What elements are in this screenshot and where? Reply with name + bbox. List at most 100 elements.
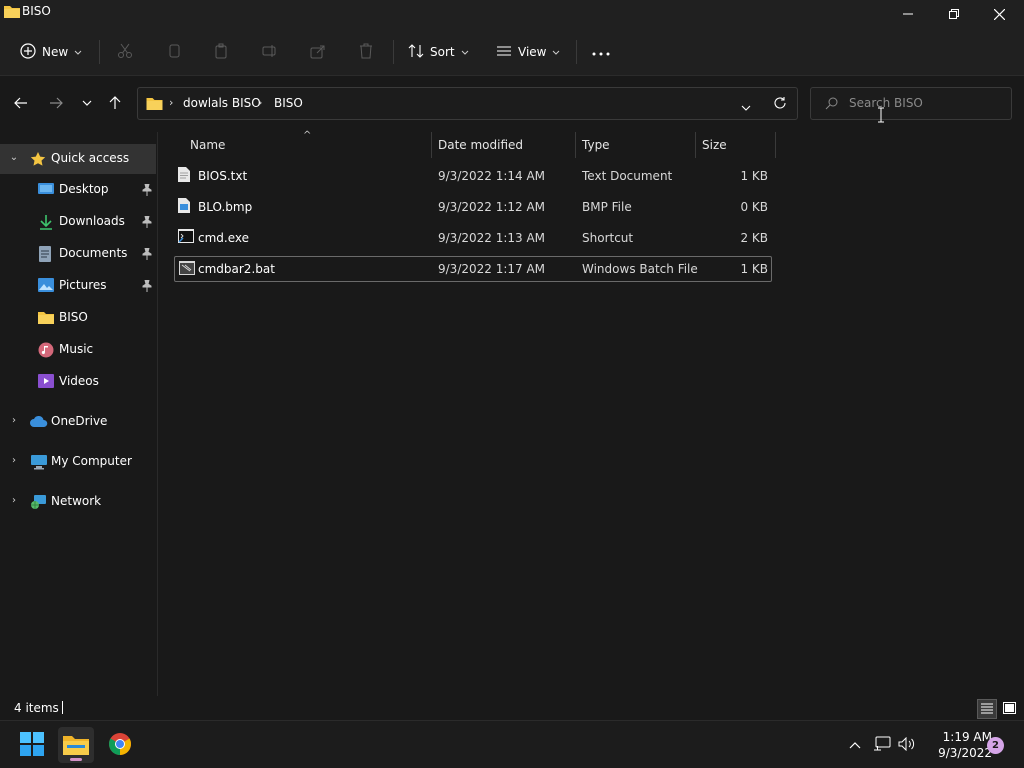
scissors-icon (117, 43, 133, 62)
show-hidden-icons-button[interactable] (845, 735, 865, 755)
recent-locations-button[interactable] (76, 92, 98, 114)
file-list: ^ Name Date modified Type Size BIOS.txt … (159, 130, 1024, 696)
system-clock[interactable]: 1:19 AM 9/3/2022 (922, 729, 992, 761)
sidebar-item-label: Pictures (59, 278, 107, 292)
sidebar-item-biso[interactable]: BISO (0, 303, 156, 333)
sidebar-item-label: My Computer (51, 454, 132, 468)
chevron-right-icon[interactable]: › (8, 455, 20, 466)
sidebar-item-videos[interactable]: Videos (0, 367, 156, 397)
paste-button[interactable] (214, 38, 230, 66)
table-row[interactable]: cmdbar2.bat 9/3/2022 1:17 AM Windows Bat… (174, 256, 772, 282)
sidebar-item-downloads[interactable]: Downloads (0, 207, 156, 237)
minimize-button[interactable] (885, 0, 931, 28)
sidebar-item-music[interactable]: Music (0, 335, 156, 365)
search-box[interactable] (810, 87, 1012, 123)
file-date: 9/3/2022 1:17 AM (438, 262, 546, 276)
chevron-right-icon[interactable]: › (8, 495, 20, 506)
chevron-down-icon[interactable]: ⌄ (8, 152, 20, 163)
navigation-pane: ⌄ Quick access Desktop Downloads Documen… (0, 132, 158, 696)
column-header-date[interactable]: Date modified (432, 132, 575, 158)
table-row[interactable]: BLO.bmp 9/3/2022 1:12 AM BMP File 0 KB (174, 194, 772, 220)
search-icon (825, 97, 838, 113)
sidebar-item-onedrive[interactable]: › OneDrive (0, 407, 156, 437)
batch-file-icon (179, 261, 195, 278)
file-size: 0 KB (740, 200, 768, 214)
view-list-icon (496, 43, 512, 62)
folder-icon (38, 310, 54, 326)
column-divider[interactable] (775, 132, 776, 158)
notification-badge[interactable]: 2 (987, 737, 1004, 754)
image-file-icon (178, 198, 190, 216)
view-button[interactable]: View (496, 38, 560, 66)
download-icon (38, 214, 54, 230)
sidebar-item-label: Quick access (51, 151, 130, 165)
breadcrumb-item[interactable]: BISO (274, 96, 303, 110)
pin-icon (142, 215, 152, 231)
network-icon (30, 494, 46, 510)
clock-date: 9/3/2022 (938, 746, 992, 760)
refresh-icon[interactable] (773, 96, 787, 113)
more-options-button[interactable] (592, 38, 610, 66)
sidebar-item-label: Videos (59, 374, 99, 388)
sort-button[interactable]: Sort (408, 38, 469, 66)
start-button[interactable] (14, 727, 50, 763)
windows-icon (20, 731, 44, 759)
chevron-right-icon[interactable]: › (8, 415, 20, 426)
share-icon (310, 43, 326, 62)
file-name: cmd.exe (198, 231, 250, 245)
sidebar-item-network[interactable]: › Network (0, 487, 156, 517)
sidebar-item-desktop[interactable]: Desktop (0, 175, 156, 205)
file-size: 1 KB (740, 262, 768, 276)
sidebar-item-documents[interactable]: Documents (0, 239, 156, 269)
sidebar-item-label: BISO (59, 310, 88, 324)
network-status-button[interactable] (872, 735, 892, 755)
rename-button[interactable] (262, 38, 278, 66)
text-cursor-icon (877, 107, 885, 126)
details-view-button[interactable] (977, 699, 997, 719)
sidebar-item-label: Documents (59, 246, 128, 260)
sidebar-item-quick-access[interactable]: ⌄ Quick access (0, 144, 156, 174)
restore-button[interactable] (931, 0, 977, 28)
chevron-right-icon: › (258, 96, 263, 109)
file-name: BIOS.txt (198, 169, 248, 183)
table-row[interactable]: BIOS.txt 9/3/2022 1:14 AM Text Document … (174, 163, 772, 189)
speaker-icon (898, 736, 916, 754)
column-header-type[interactable]: Type (576, 132, 695, 158)
search-input[interactable] (849, 96, 999, 110)
copy-icon (166, 43, 182, 62)
sort-icon (408, 43, 424, 62)
file-date: 9/3/2022 1:14 AM (438, 169, 546, 183)
breadcrumb-item[interactable]: dowlals BISO (183, 96, 261, 110)
star-icon (30, 151, 46, 167)
delete-button[interactable] (358, 38, 374, 66)
window-title: BISO (22, 4, 51, 18)
column-header-size[interactable]: Size (696, 132, 775, 158)
sidebar-item-my-computer[interactable]: › My Computer (0, 447, 156, 477)
close-button[interactable] (976, 0, 1022, 28)
file-type: Windows Batch File (582, 262, 698, 276)
chevron-down-icon[interactable] (741, 100, 751, 114)
forward-button[interactable] (45, 92, 67, 114)
cut-button[interactable] (117, 38, 133, 66)
copy-button[interactable] (166, 38, 182, 66)
tiles-view-icon (1002, 701, 1016, 717)
volume-button[interactable] (897, 735, 917, 755)
back-button[interactable] (10, 92, 32, 114)
taskbar: 1:19 AM 9/3/2022 2 (0, 720, 1024, 768)
address-bar[interactable]: › dowlals BISO › BISO (137, 87, 798, 120)
pin-icon (142, 183, 152, 199)
file-name: cmdbar2.bat (198, 262, 275, 276)
file-name: BLO.bmp (198, 200, 253, 214)
up-button[interactable] (104, 92, 126, 114)
file-type: Shortcut (582, 231, 634, 245)
new-button[interactable]: New (20, 38, 82, 66)
column-header-name[interactable]: Name (184, 132, 432, 158)
share-button[interactable] (310, 38, 326, 66)
sidebar-item-pictures[interactable]: Pictures (0, 271, 156, 301)
table-row[interactable]: cmd.exe 9/3/2022 1:13 AM Shortcut 2 KB (174, 225, 772, 251)
address-row: › dowlals BISO › BISO (0, 76, 1024, 132)
tiles-view-button[interactable] (999, 699, 1019, 719)
chrome-taskbar-button[interactable] (102, 727, 138, 763)
file-explorer-taskbar-button[interactable] (58, 727, 94, 763)
plus-circle-icon (20, 42, 36, 62)
